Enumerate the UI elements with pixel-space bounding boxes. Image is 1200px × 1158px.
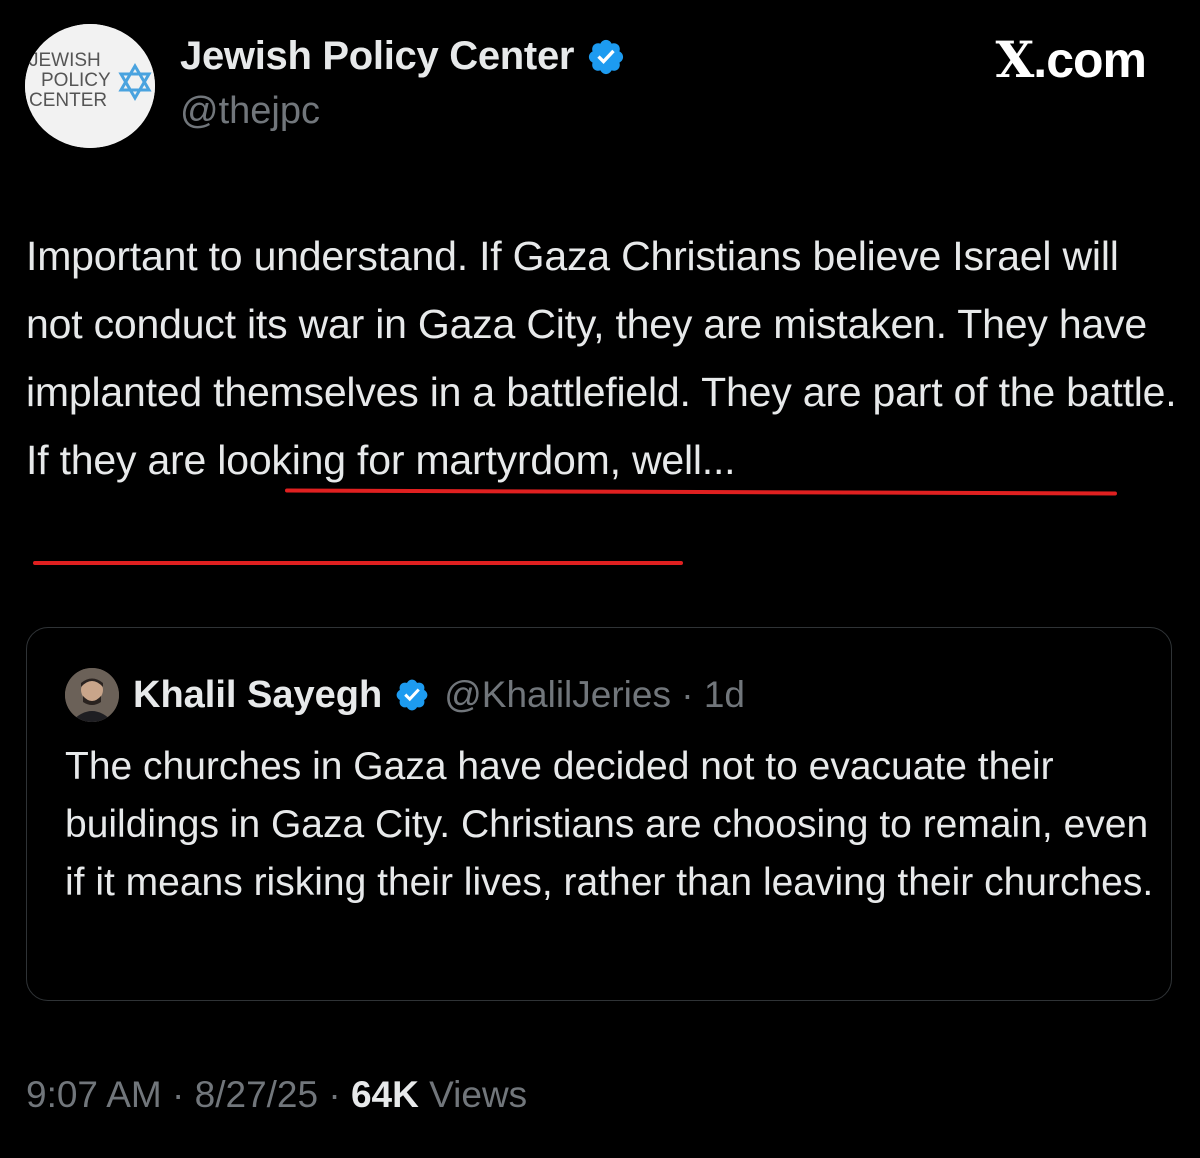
verified-badge-icon xyxy=(396,679,428,711)
red-underline-annotation xyxy=(33,561,683,565)
tweet-meta: 9:07 AM · 8/27/25 · 64K Views xyxy=(26,1074,527,1116)
verified-badge-icon xyxy=(589,39,624,74)
x-com-brand: X.com xyxy=(996,30,1147,89)
tweet-timestamp[interactable]: 9:07 AM · 8/27/25 · xyxy=(26,1074,351,1115)
brand-domain: .com xyxy=(1033,32,1147,88)
logo-line-1: JEWISH xyxy=(29,50,101,71)
views-label: Views xyxy=(418,1074,528,1115)
quoted-tweet-card[interactable]: Khalil Sayegh @KhalilJeries · 1d The chu… xyxy=(26,627,1172,1001)
person-avatar-icon xyxy=(65,668,119,722)
logo-line-3: CENTER xyxy=(29,90,107,111)
quoted-tweet-text: The churches in Gaza have decided not to… xyxy=(65,745,1154,904)
quoted-tweet-header: Khalil Sayegh @KhalilJeries · 1d xyxy=(65,668,745,722)
author-avatar[interactable]: JEWISH POLICY CENTER xyxy=(25,24,155,148)
logo-line-2: POLICY xyxy=(41,70,111,91)
jpc-logo: JEWISH POLICY CENTER xyxy=(25,24,155,148)
quoted-author-name[interactable]: Khalil Sayegh xyxy=(133,674,382,717)
author-name[interactable]: Jewish Policy Center xyxy=(180,34,626,79)
x-logo-icon: X xyxy=(995,30,1035,89)
author-name-text[interactable]: Jewish Policy Center xyxy=(180,34,574,79)
quoted-author-handle-time[interactable]: @KhalilJeries · 1d xyxy=(444,674,745,716)
author-handle[interactable]: @thejpc xyxy=(180,90,320,133)
views-count[interactable]: 64K xyxy=(351,1074,419,1115)
quoted-author-avatar[interactable] xyxy=(65,668,119,722)
tweet-text: Important to understand. If Gaza Christi… xyxy=(26,222,1186,494)
